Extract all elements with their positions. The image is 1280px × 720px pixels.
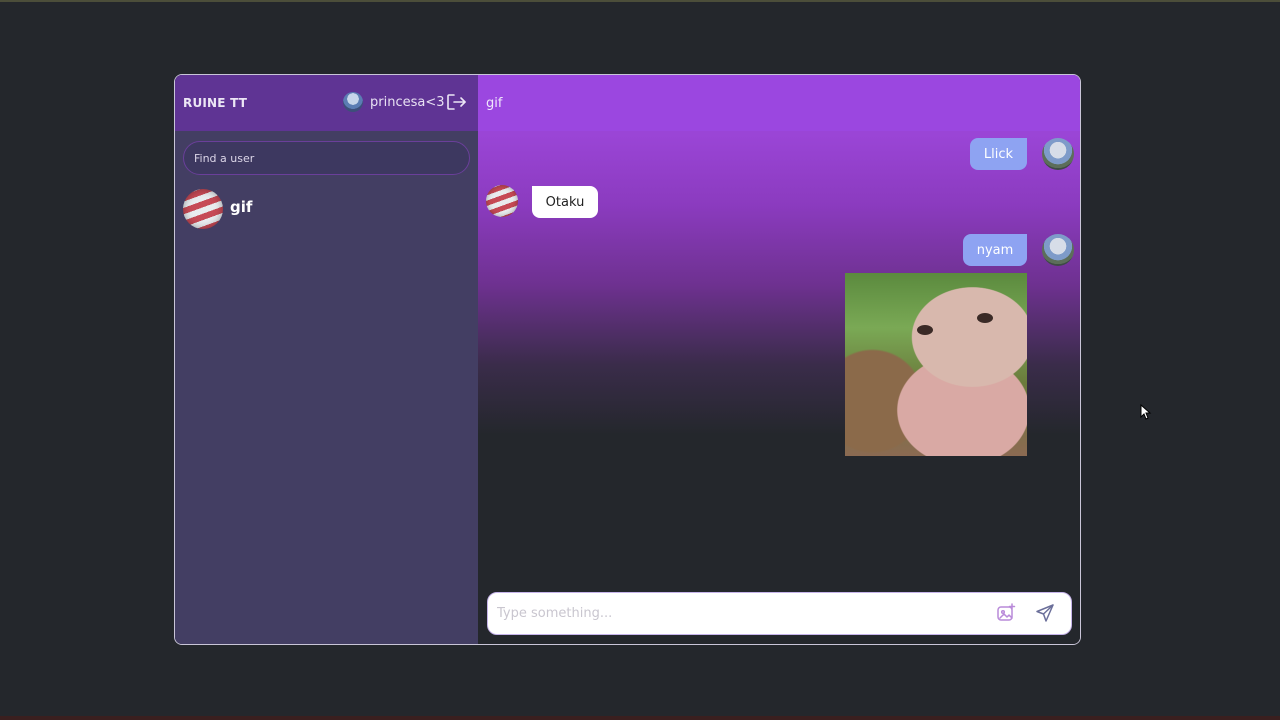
sidebar-header: RUINE TT princesa<3 xyxy=(175,75,478,131)
chat-header-name: gif xyxy=(486,95,503,111)
message-bubble-other: Otaku xyxy=(532,186,598,218)
chat-avatar xyxy=(183,189,223,229)
chat-list-item-name: gif xyxy=(230,198,253,216)
message-bubble-own: Llick xyxy=(970,138,1027,170)
message-bubble-own: nyam xyxy=(963,234,1027,266)
message-input[interactable] xyxy=(497,606,987,621)
search-area xyxy=(175,131,478,183)
user-search-input[interactable] xyxy=(183,141,470,175)
app-title: RUINE TT xyxy=(183,96,248,110)
current-user-avatar xyxy=(343,92,363,112)
message-composer xyxy=(487,592,1072,635)
attach-image-button[interactable] xyxy=(996,603,1016,623)
chat-panel: gif Llick Otaku nyam xyxy=(478,75,1080,644)
chat-list-item[interactable]: gif xyxy=(175,183,478,235)
logout-button[interactable] xyxy=(445,92,467,112)
current-user: princesa<3 xyxy=(343,92,445,112)
gif-detail xyxy=(917,325,933,335)
gif-detail xyxy=(977,313,993,323)
chat-app-window: RUINE TT princesa<3 gif gif xyxy=(174,74,1081,645)
own-message-avatar xyxy=(1042,234,1074,266)
mouse-cursor-icon xyxy=(1140,404,1152,420)
own-message-avatar xyxy=(1042,138,1074,170)
top-edge-line xyxy=(0,0,1280,2)
send-icon xyxy=(1036,604,1054,622)
message-image-gif[interactable] xyxy=(845,273,1027,456)
logout-icon xyxy=(447,94,466,110)
current-user-name: princesa<3 xyxy=(370,94,445,110)
send-button[interactable] xyxy=(1035,603,1055,623)
image-add-icon xyxy=(997,603,1016,621)
bottom-edge-line xyxy=(0,716,1280,720)
chat-header: gif xyxy=(478,75,1080,131)
sidebar: RUINE TT princesa<3 gif xyxy=(175,75,478,644)
other-message-avatar xyxy=(486,185,518,217)
